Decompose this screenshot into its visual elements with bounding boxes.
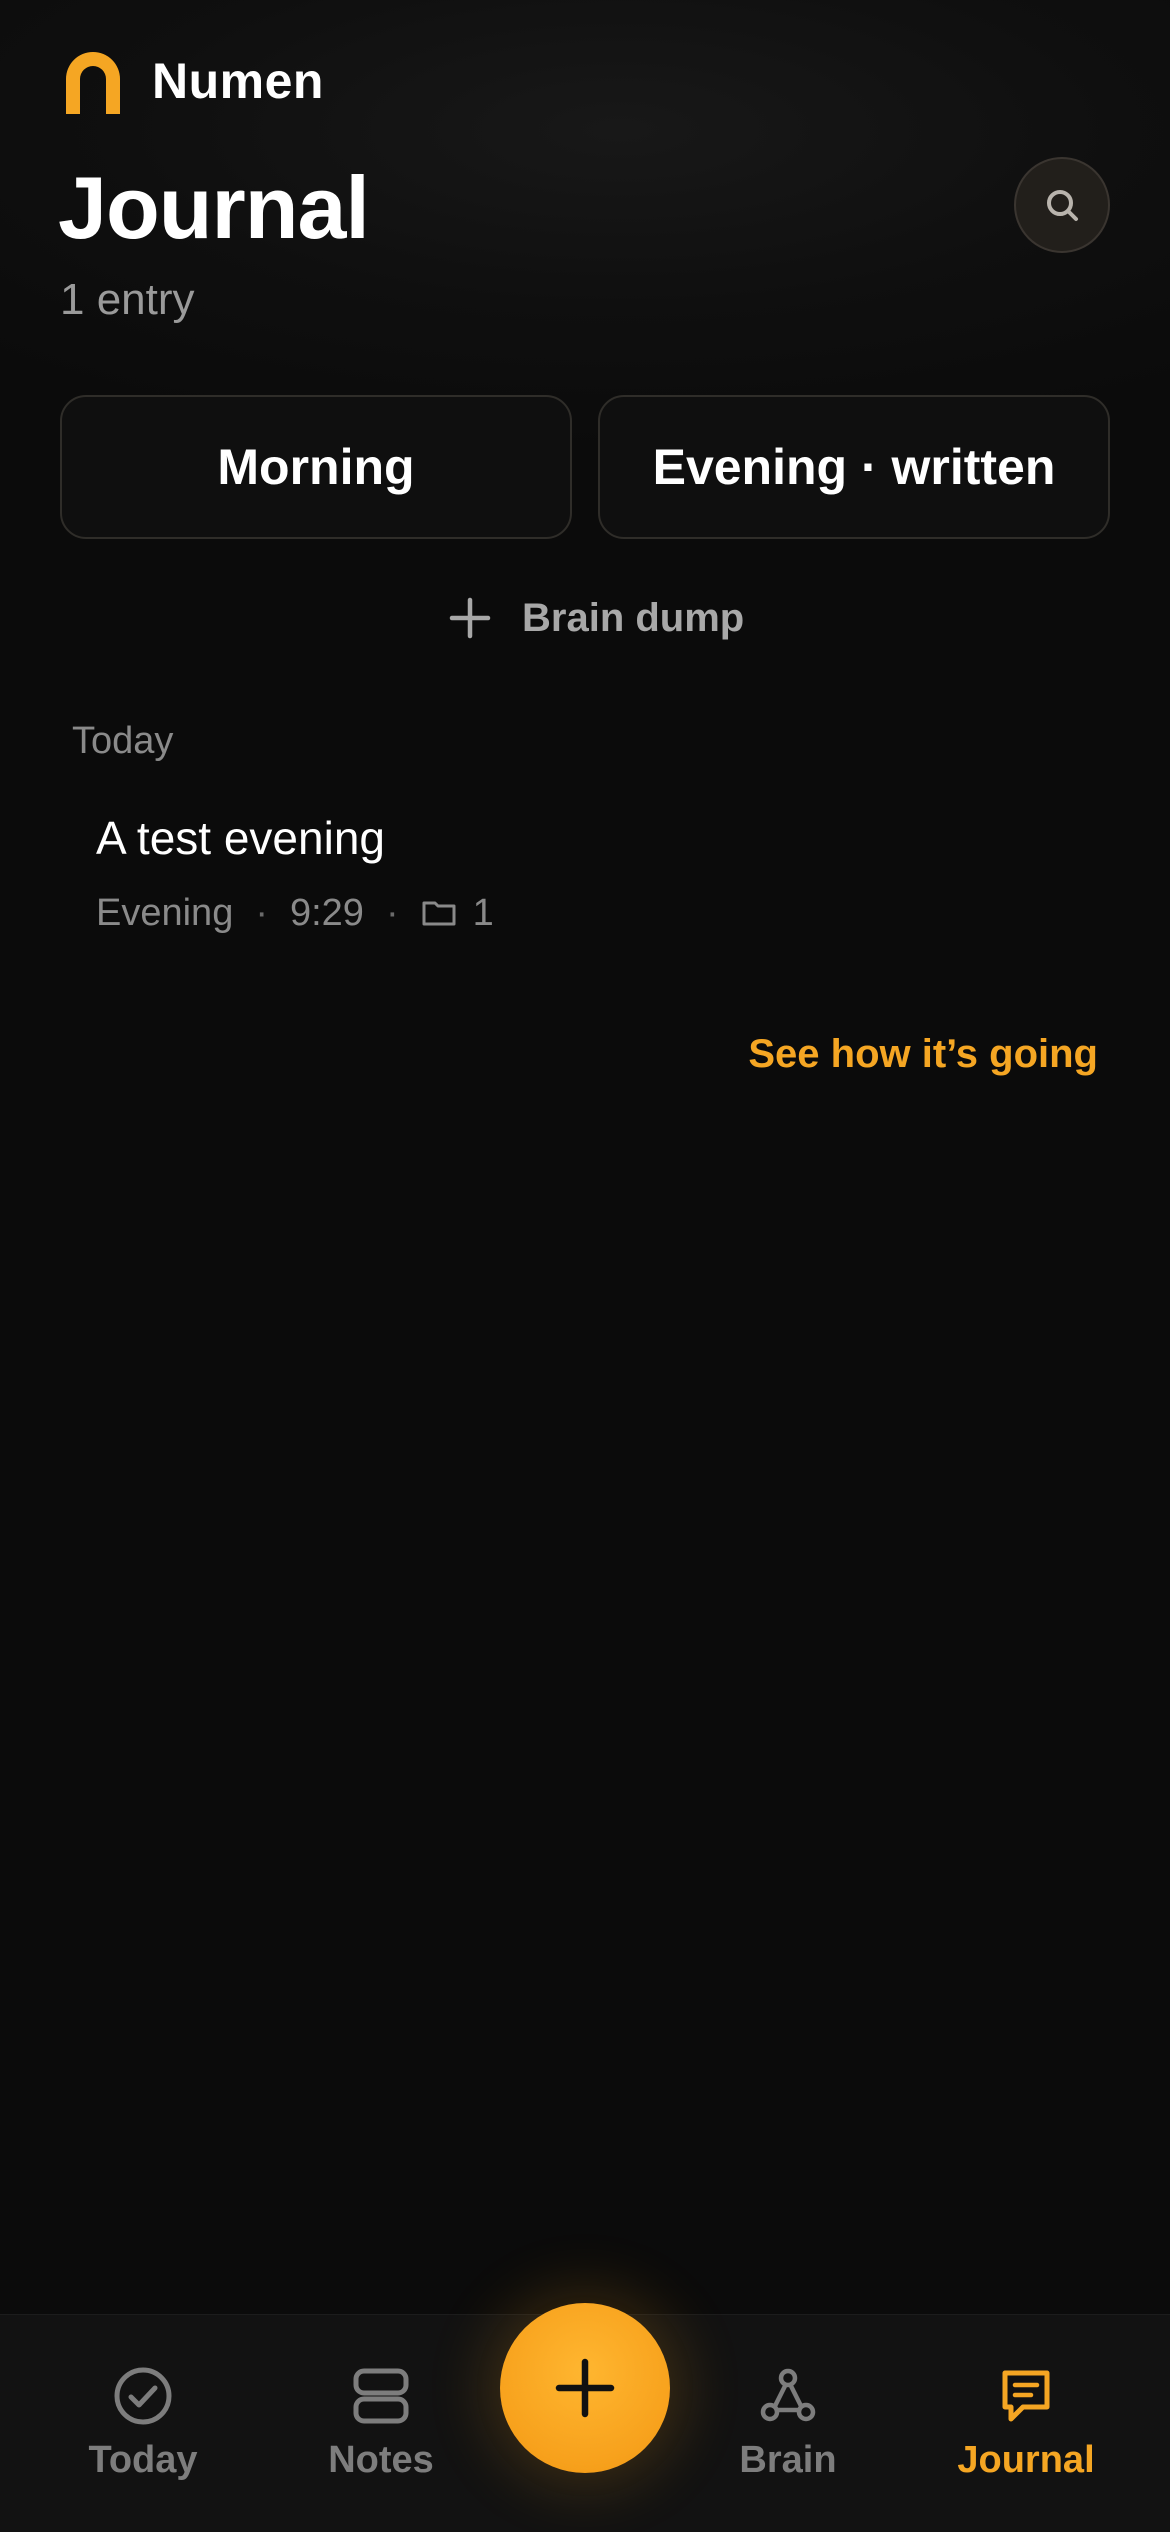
page-title: Journal (58, 158, 370, 257)
entry-time: 9:29 (289, 892, 364, 934)
meta-separator: · (255, 892, 268, 934)
entry-type: Evening (96, 892, 234, 934)
folder-icon (422, 901, 456, 926)
check-circle-icon (114, 2367, 172, 2425)
tab-journal-label: Journal (957, 2439, 1095, 2481)
meta-separator: · (385, 892, 399, 934)
add-button[interactable] (500, 2303, 670, 2473)
tab-brain-label: Brain (739, 2439, 837, 2481)
graph-icon (760, 2368, 816, 2422)
journal-entry[interactable]: A test evening Evening · 9:29 · 1 (96, 808, 1096, 938)
tab-notes-label: Notes (328, 2439, 434, 2481)
app-name: Numen (152, 53, 324, 109)
brain-dump-label: Brain dump (522, 595, 745, 640)
plus-icon (555, 2358, 615, 2418)
app-brand: Numen (60, 48, 324, 114)
journal-screen: Numen Journal 1 entry Morning Evening · … (0, 0, 1170, 2532)
tab-brain[interactable]: Brain (688, 2365, 888, 2483)
stack-icon (353, 2368, 409, 2424)
search-icon (1047, 190, 1078, 221)
tab-journal[interactable]: Journal (926, 2365, 1126, 2483)
plus-icon (449, 597, 491, 639)
brain-dump-button[interactable]: Brain dump (448, 588, 744, 648)
section-label-today: Today (72, 720, 174, 762)
tab-notes[interactable]: Notes (281, 2365, 481, 2483)
entry-meta: Evening · 9:29 · 1 (96, 888, 1096, 938)
entry-folder-count: 1 (472, 892, 494, 934)
tab-today[interactable]: Today (43, 2365, 243, 2483)
search-button[interactable] (1014, 157, 1110, 253)
see-progress-link[interactable]: See how it’s going (748, 1026, 1098, 1082)
journal-icon (1002, 2370, 1050, 2422)
arch-logo-icon (66, 52, 120, 114)
entry-count: 1 entry (60, 275, 195, 324)
morning-entry-button[interactable]: Morning (60, 395, 572, 539)
evening-entry-button[interactable]: Evening · written (598, 395, 1110, 539)
tab-today-label: Today (88, 2439, 198, 2481)
entry-title: A test evening (96, 812, 385, 864)
